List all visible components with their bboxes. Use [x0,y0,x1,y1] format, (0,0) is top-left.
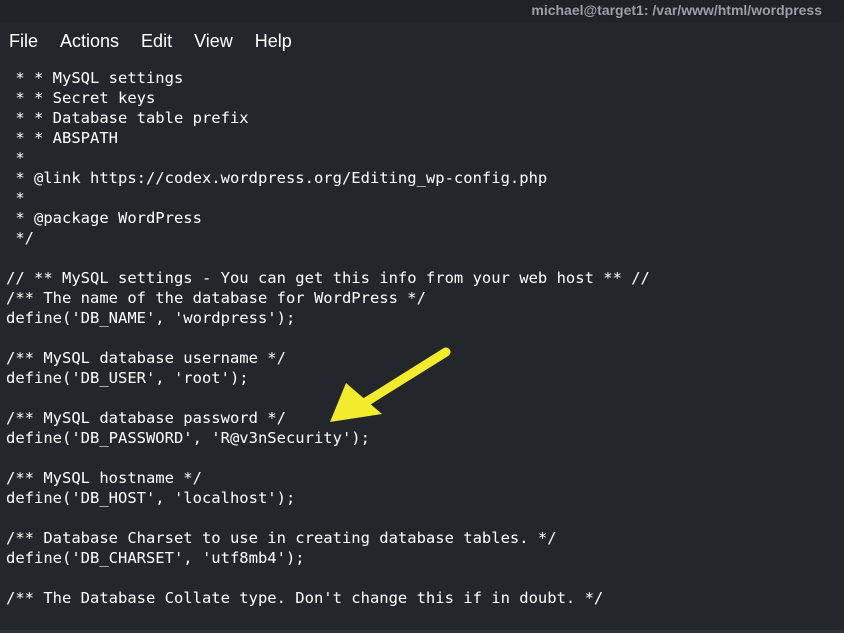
menu-actions[interactable]: Actions [49,31,130,52]
code-line: * * Secret keys [6,89,156,107]
password-line: define('DB_PASSWORD', 'R@v3nSecurity'); [6,429,370,447]
code-line: define('DB_NAME', 'wordpress'); [6,309,296,327]
code-line: /** Database Charset to use in creating … [6,529,557,547]
code-line: /** The name of the database for WordPre… [6,289,426,307]
menu-view[interactable]: View [183,31,244,52]
code-line: * * MySQL settings [6,69,184,87]
code-line: // ** MySQL settings - You can get this … [6,269,650,287]
code-line: * [6,189,25,207]
code-line: * [6,149,25,167]
menu-file[interactable]: File [0,31,49,52]
code-line: /** MySQL hostname */ [6,469,202,487]
terminal-window: michael@target1: /var/www/html/wordpress… [0,0,844,633]
menu-help[interactable]: Help [244,31,303,52]
menu-bar: File Actions Edit View Help [0,26,303,56]
code-line: * * Database table prefix [6,109,249,127]
title-bar: michael@target1: /var/www/html/wordpress [0,0,844,22]
window-title: michael@target1: /var/www/html/wordpress [531,2,822,18]
code-line: * * ABSPATH [6,129,118,147]
code-line: /** MySQL database username */ [6,349,286,367]
code-line: */ [6,229,34,247]
code-line: /** MySQL database password */ [6,409,286,427]
code-line: * @package WordPress [6,209,202,227]
code-line: define('DB_HOST', 'localhost'); [6,489,296,507]
editor-content[interactable]: * * MySQL settings * * Secret keys * * D… [6,68,840,608]
menu-edit[interactable]: Edit [130,31,183,52]
code-line: * @link https://codex.wordpress.org/Edit… [6,169,548,187]
code-line: define('DB_USER', 'root'); [6,369,249,387]
code-line: define('DB_CHARSET', 'utf8mb4'); [6,549,305,567]
code-line: /** The Database Collate type. Don't cha… [6,589,604,607]
